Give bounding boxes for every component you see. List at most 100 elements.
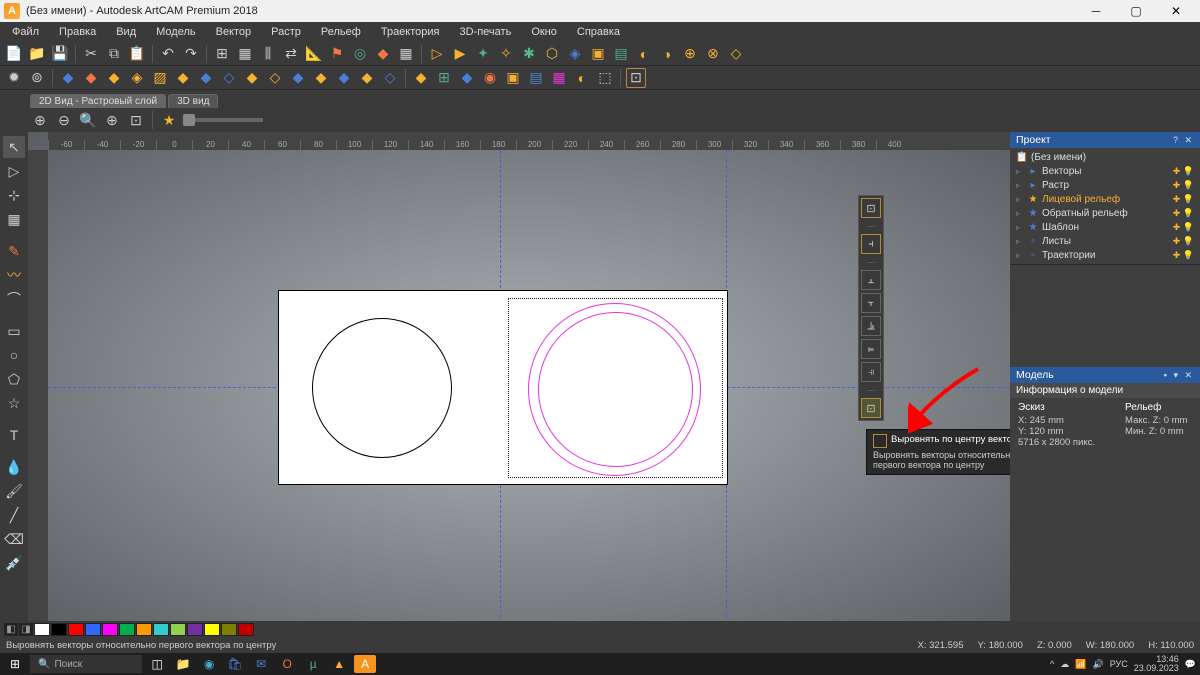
align-right[interactable]: ⫟ (861, 293, 881, 313)
r12[interactable]: ◆ (311, 68, 331, 88)
color-swatch[interactable] (68, 623, 84, 636)
copy-icon[interactable]: ⧉ (104, 44, 124, 64)
r1[interactable]: ◆ (58, 68, 78, 88)
vlc-icon[interactable]: ▲ (328, 655, 350, 673)
rectangle-tool[interactable]: ▭ (3, 320, 25, 342)
align-vector-center[interactable]: ⊡ (861, 398, 881, 418)
r19[interactable]: ◉ (480, 68, 500, 88)
tray-lang[interactable]: РУС (1110, 659, 1128, 669)
r20[interactable]: ▣ (503, 68, 523, 88)
color-swatch[interactable] (221, 623, 237, 636)
close-button[interactable]: ✕ (1156, 0, 1196, 22)
star-icon[interactable]: ★ (159, 110, 179, 130)
tree-Листы[interactable]: ▹▫Листы✚ 💡 (1014, 234, 1196, 248)
align-v-center[interactable]: ⫢ (861, 339, 881, 359)
canvas-area[interactable]: -60-40-200204060801001201401601802002202… (28, 132, 1010, 633)
fill-tool[interactable]: 💧 (3, 456, 25, 478)
transform-tool[interactable]: ⊹ (3, 184, 25, 206)
vec-tool-9[interactable]: ▤ (611, 44, 631, 64)
menu-справка[interactable]: Справка (569, 24, 628, 40)
vec-tool-13[interactable]: ⊗ (703, 44, 723, 64)
eraser-tool[interactable]: ⌫ (3, 528, 25, 550)
r9[interactable]: ◆ (242, 68, 262, 88)
r10[interactable]: ◇ (265, 68, 285, 88)
tree-Обратный рельеф[interactable]: ▹★Обратный рельеф✚ 💡 (1014, 206, 1196, 220)
color-swatch[interactable] (238, 623, 254, 636)
picker-tool[interactable]: 💉 (3, 552, 25, 574)
r5[interactable]: ▨ (150, 68, 170, 88)
color-swatch[interactable] (204, 623, 220, 636)
measure-icon[interactable]: 📐 (304, 44, 324, 64)
vector-circle-1[interactable] (312, 318, 452, 458)
color-swatch[interactable] (153, 623, 169, 636)
tree-Траектории[interactable]: ▹▫Траектории✚ 💡 (1014, 248, 1196, 262)
store-icon[interactable]: 🛍 (224, 655, 246, 673)
r4[interactable]: ◈ (127, 68, 147, 88)
color-swatch[interactable] (119, 623, 135, 636)
align-center-both[interactable]: ⊡ (861, 198, 881, 218)
r8[interactable]: ◇ (219, 68, 239, 88)
r24[interactable]: ⬚ (595, 68, 615, 88)
project-panel-header[interactable]: Проект? ✕ (1010, 132, 1200, 148)
color-swatch[interactable] (170, 623, 186, 636)
tab-3d-view[interactable]: 3D вид (168, 94, 218, 108)
utorrent-icon[interactable]: µ (302, 655, 324, 673)
grid-tool[interactable]: ▦ (3, 208, 25, 230)
cube-icon[interactable]: ◆ (373, 44, 393, 64)
select-tool[interactable]: ↖ (3, 136, 25, 158)
r11[interactable]: ◆ (288, 68, 308, 88)
menu-окно[interactable]: Окно (523, 24, 565, 40)
align-icon[interactable]: ▦ (235, 44, 255, 64)
menu-вид[interactable]: Вид (108, 24, 144, 40)
tray-cloud-icon[interactable]: ☁ (1060, 659, 1069, 670)
tree-Лицевой рельеф[interactable]: ▹★Лицевой рельеф✚ 💡 (1014, 192, 1196, 206)
color-swatch[interactable] (136, 623, 152, 636)
vec-tool-1[interactable]: ▷ (427, 44, 447, 64)
r2[interactable]: ◆ (81, 68, 101, 88)
tray-volume-icon[interactable]: 🔊 (1092, 659, 1103, 670)
taskbar-search[interactable]: 🔍 Поиск (30, 655, 142, 673)
menu-файл[interactable]: Файл (4, 24, 47, 40)
undo-icon[interactable]: ↶ (158, 44, 178, 64)
tree-Шаблон[interactable]: ▹★Шаблон✚ 💡 (1014, 220, 1196, 234)
color-fg[interactable]: ◧ (4, 623, 18, 636)
vec-tool-2[interactable]: ▶ (450, 44, 470, 64)
vec-tool-3[interactable]: ✦ (473, 44, 493, 64)
zoom-out-icon[interactable]: ⊖ (54, 110, 74, 130)
r15[interactable]: ◇ (380, 68, 400, 88)
vec-tool-4[interactable]: ✧ (496, 44, 516, 64)
grid-icon[interactable]: ⊞ (212, 44, 232, 64)
zoom-slider[interactable] (183, 118, 263, 122)
open-folder-icon[interactable]: 📁 (27, 44, 47, 64)
pen-tool[interactable]: ✎ (3, 240, 25, 262)
r22[interactable]: ▦ (549, 68, 569, 88)
color-swatch[interactable] (85, 623, 101, 636)
mirror-icon[interactable]: ⇄ (281, 44, 301, 64)
new-file-icon[interactable]: 📄 (4, 44, 24, 64)
explode-icon[interactable]: ✹ (4, 68, 24, 88)
menu-3d-печать[interactable]: 3D-печать (452, 24, 520, 40)
artcam-tb-icon[interactable]: A (354, 655, 376, 673)
model-panel-header[interactable]: Модель▪ ▾ ✕ (1010, 367, 1200, 383)
vec-tool-12[interactable]: ⊕ (680, 44, 700, 64)
color-swatch[interactable] (102, 623, 118, 636)
text-tool[interactable]: T (3, 424, 25, 446)
r14[interactable]: ◆ (357, 68, 377, 88)
tray-chevron-icon[interactable]: ^ (1050, 659, 1054, 669)
align-left[interactable]: ⫞ (861, 234, 881, 254)
align-top[interactable]: ⫡ (861, 316, 881, 336)
r7[interactable]: ◆ (196, 68, 216, 88)
bezier-tool[interactable]: 〰 (3, 264, 25, 286)
align-h-center[interactable]: ⫠ (861, 270, 881, 290)
edge-icon[interactable]: ◉ (198, 655, 220, 673)
menu-растр[interactable]: Растр (263, 24, 309, 40)
vec-tool-11[interactable]: ◑ (657, 44, 677, 64)
zoom-in-icon[interactable]: ⊕ (102, 110, 122, 130)
mail-icon[interactable]: ✉ (250, 655, 272, 673)
menu-правка[interactable]: Правка (51, 24, 104, 40)
menu-траектория[interactable]: Траектория (373, 24, 448, 40)
zoom-window-icon[interactable]: 🔍 (78, 110, 98, 130)
zoom-fit-icon[interactable]: ⊡ (126, 110, 146, 130)
align-bottom[interactable]: ⫣ (861, 362, 881, 382)
r16[interactable]: ◆ (411, 68, 431, 88)
